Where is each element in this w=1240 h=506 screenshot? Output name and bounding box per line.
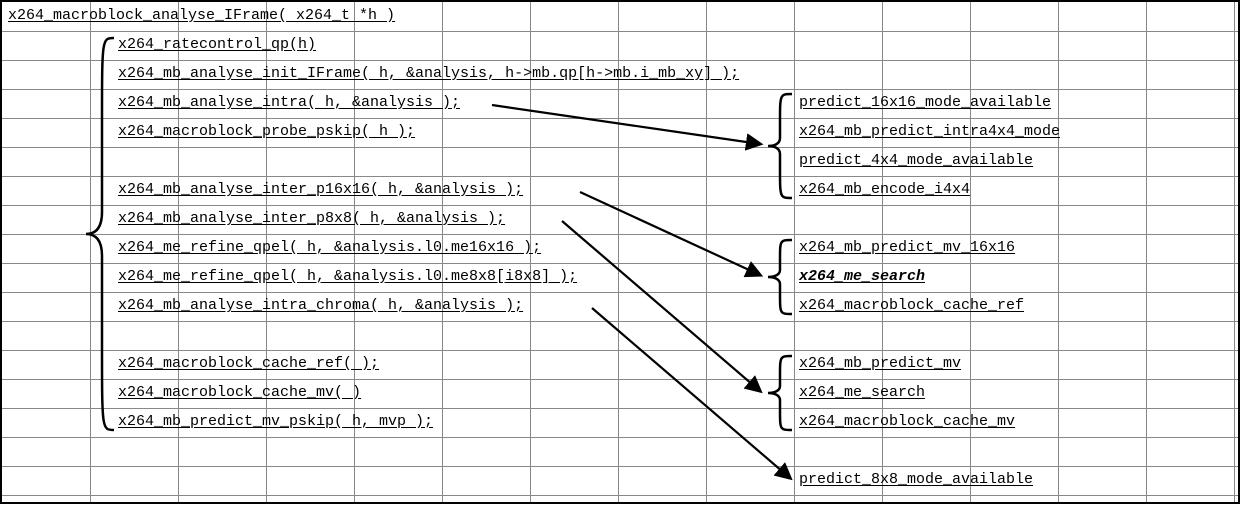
left-call-3: x264_macroblock_probe_pskip( h ); <box>116 118 415 146</box>
left-call-11: x264_mb_predict_mv_pskip( h, mvp ); <box>116 408 433 436</box>
left-call-10: x264_macroblock_cache_mv( ) <box>116 379 361 407</box>
brace-group-c <box>768 356 792 430</box>
left-call-7: x264_me_refine_qpel( h, &analysis.l0.me8… <box>116 263 577 291</box>
group-c-0: x264_mb_predict_mv <box>797 350 961 378</box>
group-a-2: predict_4x4_mode_available <box>797 147 1033 175</box>
arrow-to-group-b <box>580 192 760 275</box>
left-call-6: x264_me_refine_qpel( h, &analysis.l0.me1… <box>116 234 541 262</box>
left-call-1: x264_mb_analyse_init_IFrame( h, &analysi… <box>116 60 739 88</box>
left-call-9: x264_macroblock_cache_ref( ); <box>116 350 379 378</box>
arrow-to-group-a <box>492 105 760 144</box>
group-b-0: x264_mb_predict_mv_16x16 <box>797 234 1015 262</box>
arrow-to-group-c <box>562 221 760 391</box>
header-fn: x264_macroblock_analyse_IFrame( x264_t *… <box>6 2 395 30</box>
arrow-to-tail <box>592 308 790 478</box>
group-a-3: x264_mb_encode_i4x4 <box>797 176 970 204</box>
group-c-2: x264_macroblock_cache_mv <box>797 408 1015 436</box>
diagram-canvas: x264_macroblock_analyse_IFrame( x264_t *… <box>0 0 1240 504</box>
brace-main <box>86 38 114 430</box>
left-call-2: x264_mb_analyse_intra( h, &analysis ); <box>116 89 460 117</box>
group-b-1: x264_me_search <box>797 263 925 291</box>
group-a-1: x264_mb_predict_intra4x4_mode <box>797 118 1060 146</box>
brace-group-b <box>768 240 792 314</box>
left-call-4: x264_mb_analyse_inter_p16x16( h, &analys… <box>116 176 523 204</box>
left-call-5: x264_mb_analyse_inter_p8x8( h, &analysis… <box>116 205 505 233</box>
brace-group-a <box>768 94 792 198</box>
left-call-8: x264_mb_analyse_intra_chroma( h, &analys… <box>116 292 523 320</box>
tail-fn: predict_8x8_mode_available <box>797 466 1033 494</box>
group-a-0: predict_16x16_mode_available <box>797 89 1051 117</box>
group-b-2: x264_macroblock_cache_ref <box>797 292 1024 320</box>
group-c-1: x264_me_search <box>797 379 925 407</box>
left-call-0: x264_ratecontrol_qp(h) <box>116 31 316 59</box>
